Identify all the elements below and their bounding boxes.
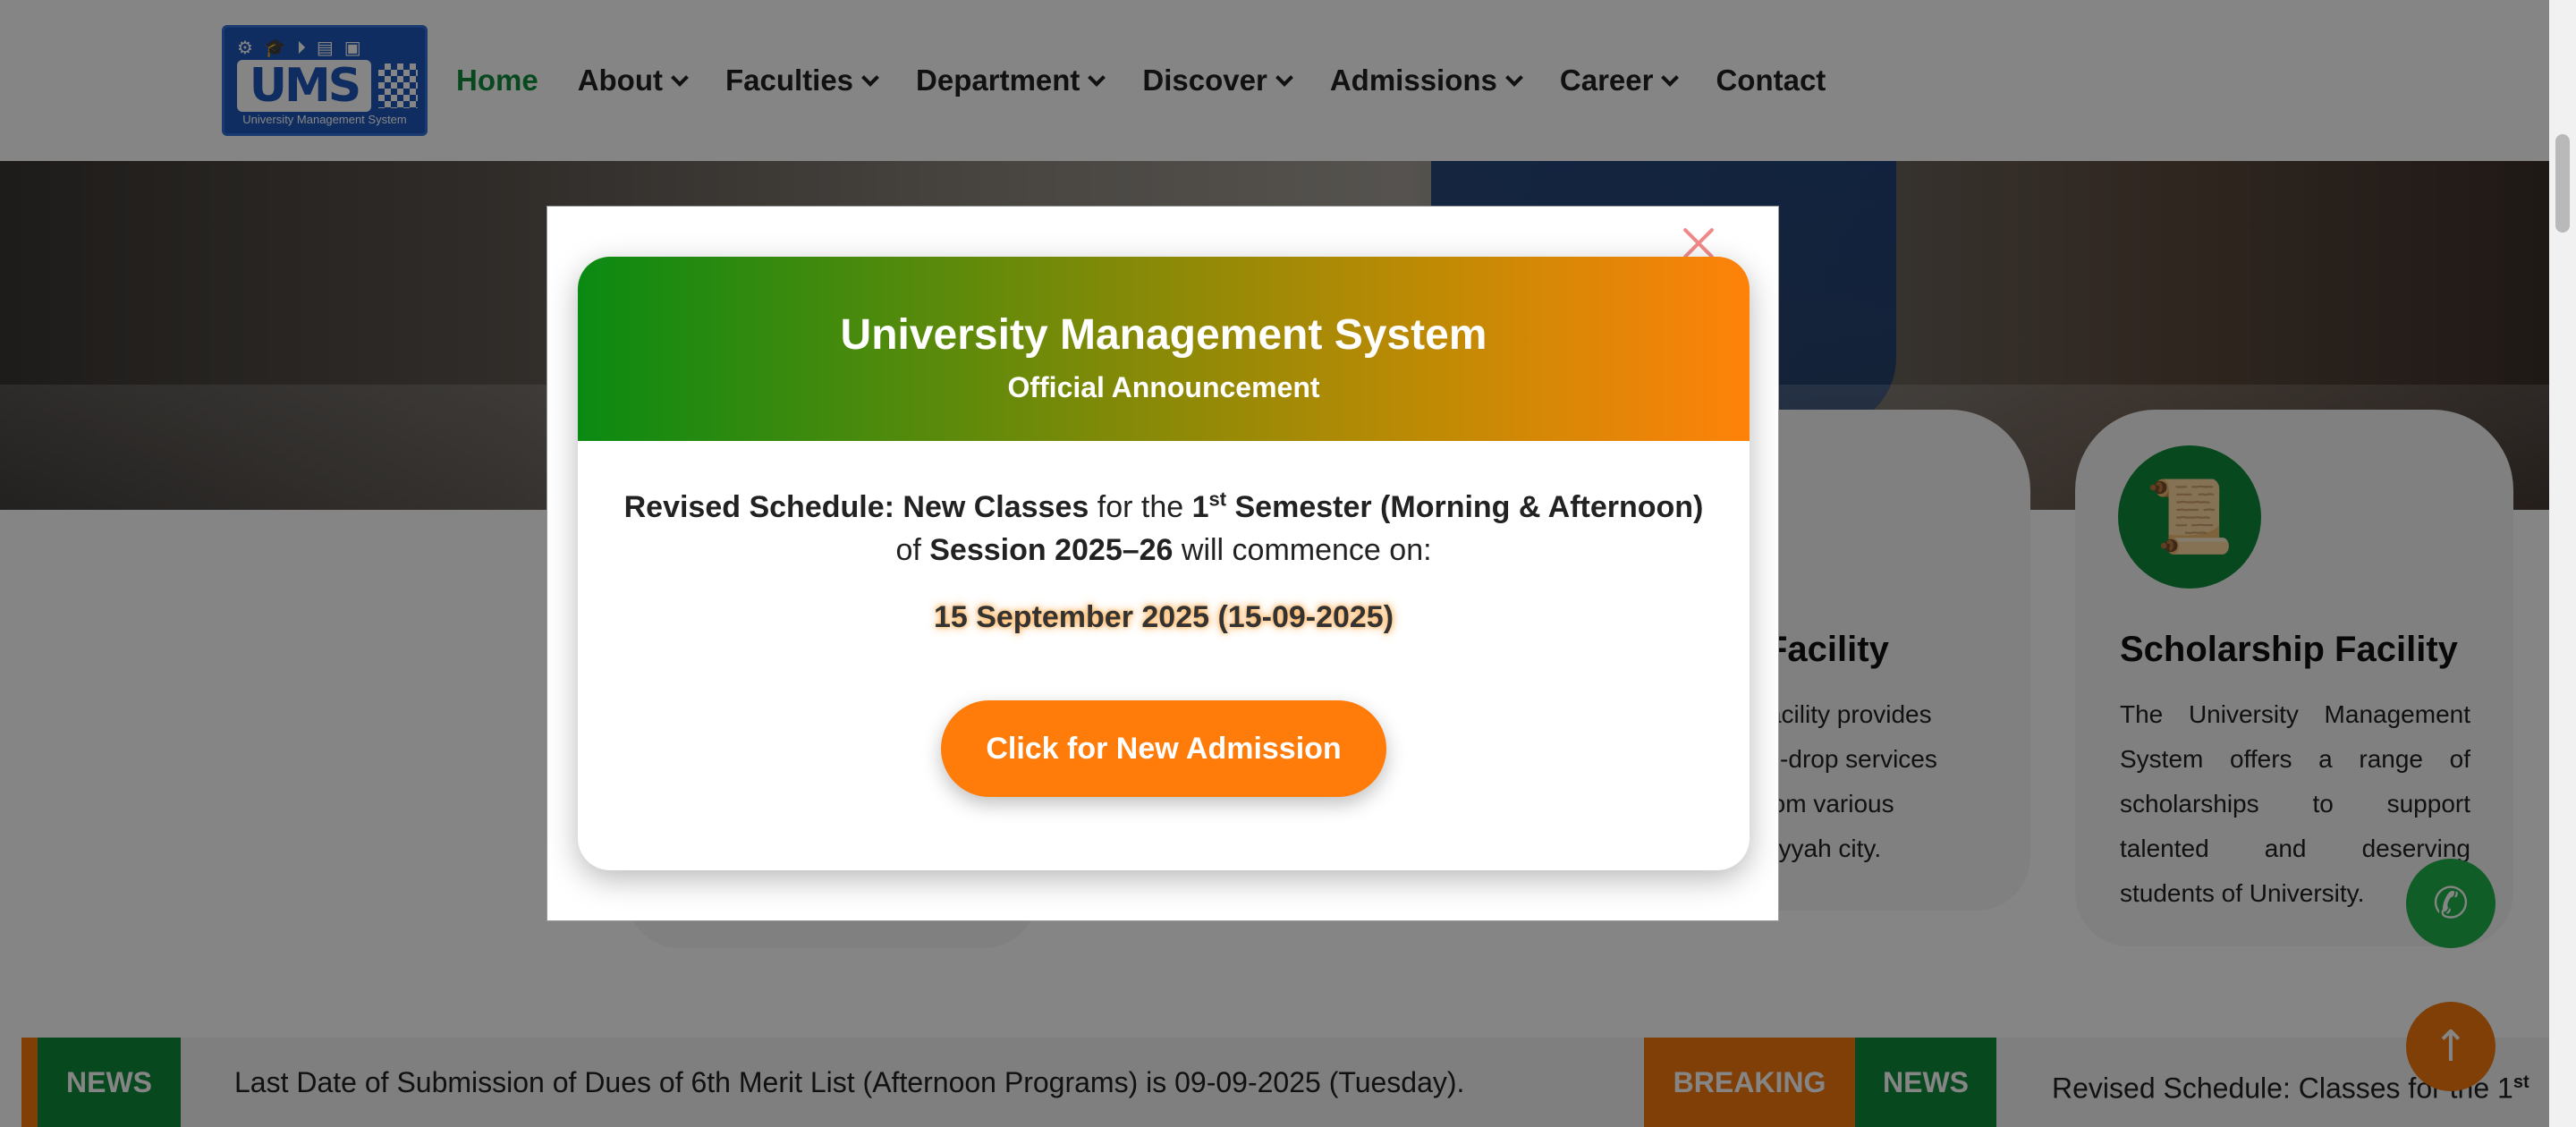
msg-part: for the (1089, 490, 1192, 524)
scrollbar-thumb[interactable] (2555, 134, 2570, 233)
announcement-card: University Management System Official An… (578, 257, 1750, 870)
msg-part: Revised Schedule: New Classes (623, 490, 1089, 524)
announcement-subtitle: Official Announcement (1007, 371, 1320, 403)
msg-sup-text: st (1208, 487, 1227, 511)
announcement-modal: University Management System Official An… (547, 206, 1779, 921)
msg-part: Session 2025–26 (929, 533, 1174, 567)
new-admission-button[interactable]: Click for New Admission (941, 700, 1386, 797)
msg-part: Semester (Morning & Afternoon) (1226, 490, 1704, 524)
page-scrollbar[interactable] (2549, 0, 2576, 1127)
msg-part: will commence on: (1173, 533, 1432, 567)
announcement-title: University Management System (840, 311, 1487, 359)
announcement-message: Revised Schedule: New Classes for the 1s… (614, 486, 1714, 572)
msg-part: 1 (1191, 490, 1209, 524)
announcement-header: University Management System Official An… (578, 257, 1750, 441)
msg-part: of (895, 533, 930, 567)
announcement-date: 15 September 2025 (15-09-2025) (933, 600, 1394, 634)
msg-sup: st (1209, 488, 1227, 511)
